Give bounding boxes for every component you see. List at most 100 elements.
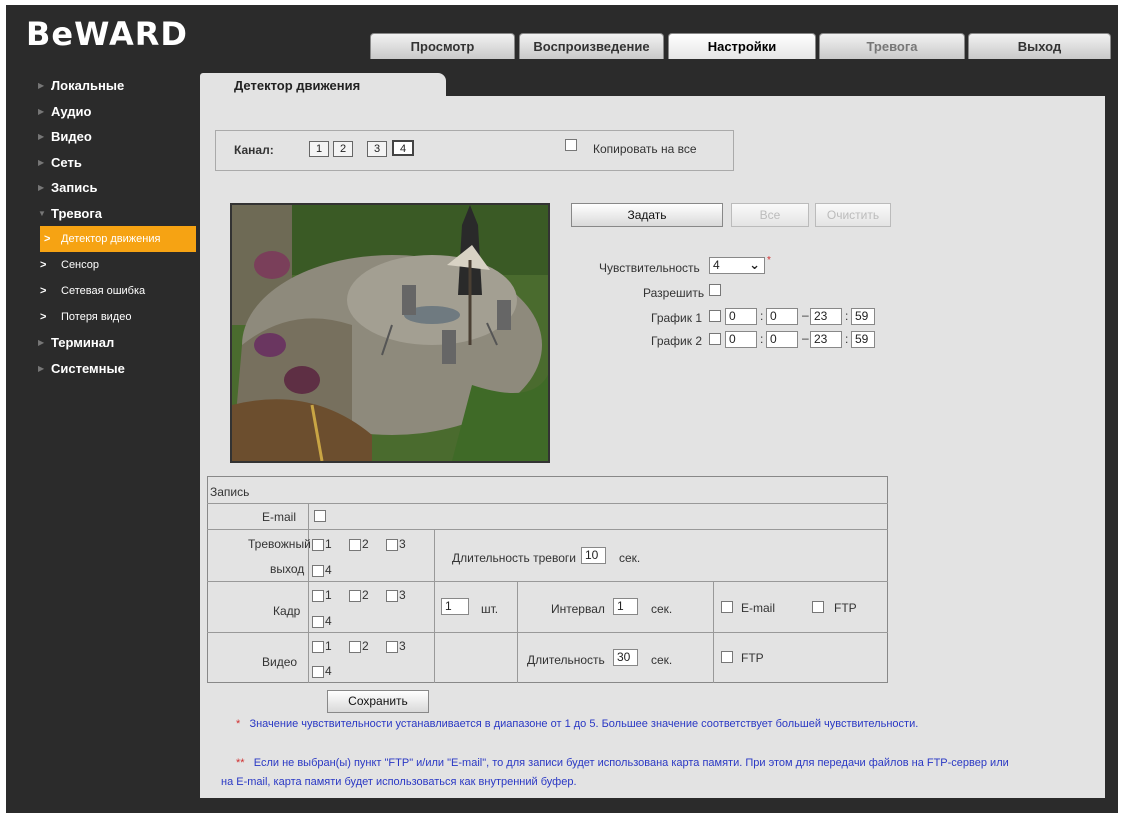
tab-exit[interactable]: Выход — [968, 33, 1111, 59]
schedule1-start-hour[interactable]: 0 — [725, 308, 757, 325]
alarm-out-checkbox-2[interactable] — [349, 539, 361, 551]
alarm-out-num-2: 2 — [362, 537, 369, 551]
sidebar-item-alarm[interactable]: ▼ Тревога — [36, 201, 196, 227]
schedule2-start-minute[interactable]: 0 — [766, 331, 798, 348]
sidebar-item-video[interactable]: ▶ Видео — [36, 124, 196, 150]
triangle-right-icon: ▶ — [38, 81, 45, 90]
storage-note-line1: ** Если не выбран(ы) пункт "FTP" и/или "… — [236, 757, 1009, 769]
save-button[interactable]: Сохранить — [327, 690, 429, 713]
interval-input[interactable]: 1 — [613, 598, 638, 615]
schedule1-label: График 1 — [651, 311, 703, 325]
frame-checkbox-4[interactable] — [312, 616, 324, 628]
frame-ftp-checkbox[interactable] — [812, 601, 824, 613]
video-duration-input[interactable]: 30 — [613, 649, 638, 666]
schedule1-start-minute[interactable]: 0 — [766, 308, 798, 325]
table-divider — [308, 503, 309, 683]
all-button[interactable]: Все — [731, 203, 809, 227]
triangle-right-icon: ▶ — [38, 363, 45, 373]
triangle-right-icon: ▶ — [38, 106, 45, 116]
sidebar-subitem-sensor[interactable]: > Сенсор — [36, 252, 196, 278]
sidebar-subitem-network-error[interactable]: > Сетевая ошибка — [36, 278, 196, 304]
frame-ftp-label: FTP — [834, 601, 857, 615]
copy-all-label: Копировать на все — [593, 142, 697, 156]
alarm-out-checkbox-3[interactable] — [386, 539, 398, 551]
table-divider — [207, 632, 888, 633]
frame-num-2: 2 — [362, 588, 369, 602]
video-checkbox-3[interactable] — [386, 641, 398, 653]
sidebar-item-system[interactable]: ▶ Системные — [36, 356, 196, 382]
frame-num-3: 3 — [399, 588, 406, 602]
frame-count-input[interactable]: 1 — [441, 598, 469, 615]
camera-preview[interactable] — [230, 203, 550, 463]
sidebar-subitem-video-loss[interactable]: > Потеря видео — [36, 304, 196, 330]
sidebar-item-local[interactable]: ▶ Локальные — [36, 73, 196, 99]
alarm-out-num-3: 3 — [399, 537, 406, 551]
sidebar-item-network[interactable]: ▶ Сеть — [36, 150, 196, 176]
frame-num-4: 4 — [325, 614, 332, 628]
sensitivity-select[interactable]: 4 ⌄ — [709, 257, 765, 274]
camera-scene — [232, 205, 548, 461]
schedule1-end-hour[interactable]: 23 — [810, 308, 842, 325]
chevron-right-icon: > — [40, 311, 47, 323]
interval-label: Интервал — [551, 602, 605, 616]
table-divider — [207, 581, 888, 582]
schedule2-start-hour[interactable]: 0 — [725, 331, 757, 348]
record-table — [207, 476, 888, 683]
email-label: E-mail — [262, 510, 297, 524]
time-dash: – — [802, 308, 809, 322]
set-button[interactable]: Задать — [571, 203, 723, 227]
video-label: Видео — [262, 655, 298, 669]
copy-all-checkbox[interactable] — [565, 139, 577, 151]
tab-settings[interactable]: Настройки — [668, 33, 816, 59]
alarm-duration-label: Длительность тревоги — [452, 551, 576, 565]
alarm-duration-sec: сек. — [619, 551, 641, 565]
video-duration-label: Длительность — [527, 653, 605, 667]
triangle-right-icon: ▶ — [38, 338, 45, 347]
channel-button-4[interactable]: 4 — [392, 140, 414, 156]
frame-checkbox-1[interactable] — [312, 590, 324, 602]
email-checkbox[interactable] — [314, 510, 326, 522]
channel-button-1[interactable]: 1 — [309, 141, 329, 157]
video-checkbox-4[interactable] — [312, 666, 324, 678]
alarm-out-num-4: 4 — [325, 563, 332, 577]
triangle-down-icon: ▼ — [38, 208, 46, 218]
frame-checkbox-3[interactable] — [386, 590, 398, 602]
time-colon: : — [760, 309, 764, 323]
clear-button[interactable]: Очистить — [815, 203, 891, 227]
sidebar-item-terminal[interactable]: ▶ Терминал — [36, 330, 196, 356]
sensitivity-value: 4 — [713, 258, 720, 272]
video-num-3: 3 — [399, 639, 406, 653]
schedule1-checkbox[interactable] — [709, 310, 721, 322]
triangle-right-icon: ▶ — [38, 183, 45, 192]
chevron-right-icon: > — [40, 285, 47, 297]
sidebar-item-record[interactable]: ▶ Запись — [36, 175, 196, 201]
tab-playback[interactable]: Воспроизведение — [519, 33, 664, 59]
chevron-right-icon: > — [40, 259, 47, 271]
schedule2-checkbox[interactable] — [709, 333, 721, 345]
channel-button-2[interactable]: 2 — [333, 141, 353, 157]
tab-view[interactable]: Просмотр — [370, 33, 515, 59]
tab-alarm[interactable]: Тревога — [819, 33, 965, 59]
time-colon: : — [760, 332, 764, 346]
alarm-out-checkbox-1[interactable] — [312, 539, 324, 551]
schedule2-end-hour[interactable]: 23 — [810, 331, 842, 348]
video-checkbox-2[interactable] — [349, 641, 361, 653]
sensitivity-note: * Значение чувствительности устанавливае… — [236, 718, 919, 730]
sidebar-subitem-motion-detector[interactable]: > Детектор движения — [40, 226, 196, 252]
video-checkbox-1[interactable] — [312, 641, 324, 653]
video-num-4: 4 — [325, 664, 332, 678]
channel-button-3[interactable]: 3 — [367, 141, 387, 157]
enable-label: Разрешить — [643, 286, 705, 300]
schedule2-end-minute[interactable]: 59 — [851, 331, 875, 348]
sidebar-item-audio[interactable]: ▶ Аудио — [36, 99, 196, 125]
storage-note-line2: на E-mail, карта памяти будет использова… — [221, 776, 577, 788]
frame-checkbox-2[interactable] — [349, 590, 361, 602]
frame-email-checkbox[interactable] — [721, 601, 733, 613]
record-header: Запись — [210, 485, 250, 499]
alarm-duration-input[interactable]: 10 — [581, 547, 606, 564]
video-ftp-checkbox[interactable] — [721, 651, 733, 663]
schedule1-end-minute[interactable]: 59 — [851, 308, 875, 325]
enable-checkbox[interactable] — [709, 284, 721, 296]
triangle-right-icon: ▶ — [38, 132, 45, 141]
alarm-out-checkbox-4[interactable] — [312, 565, 324, 577]
